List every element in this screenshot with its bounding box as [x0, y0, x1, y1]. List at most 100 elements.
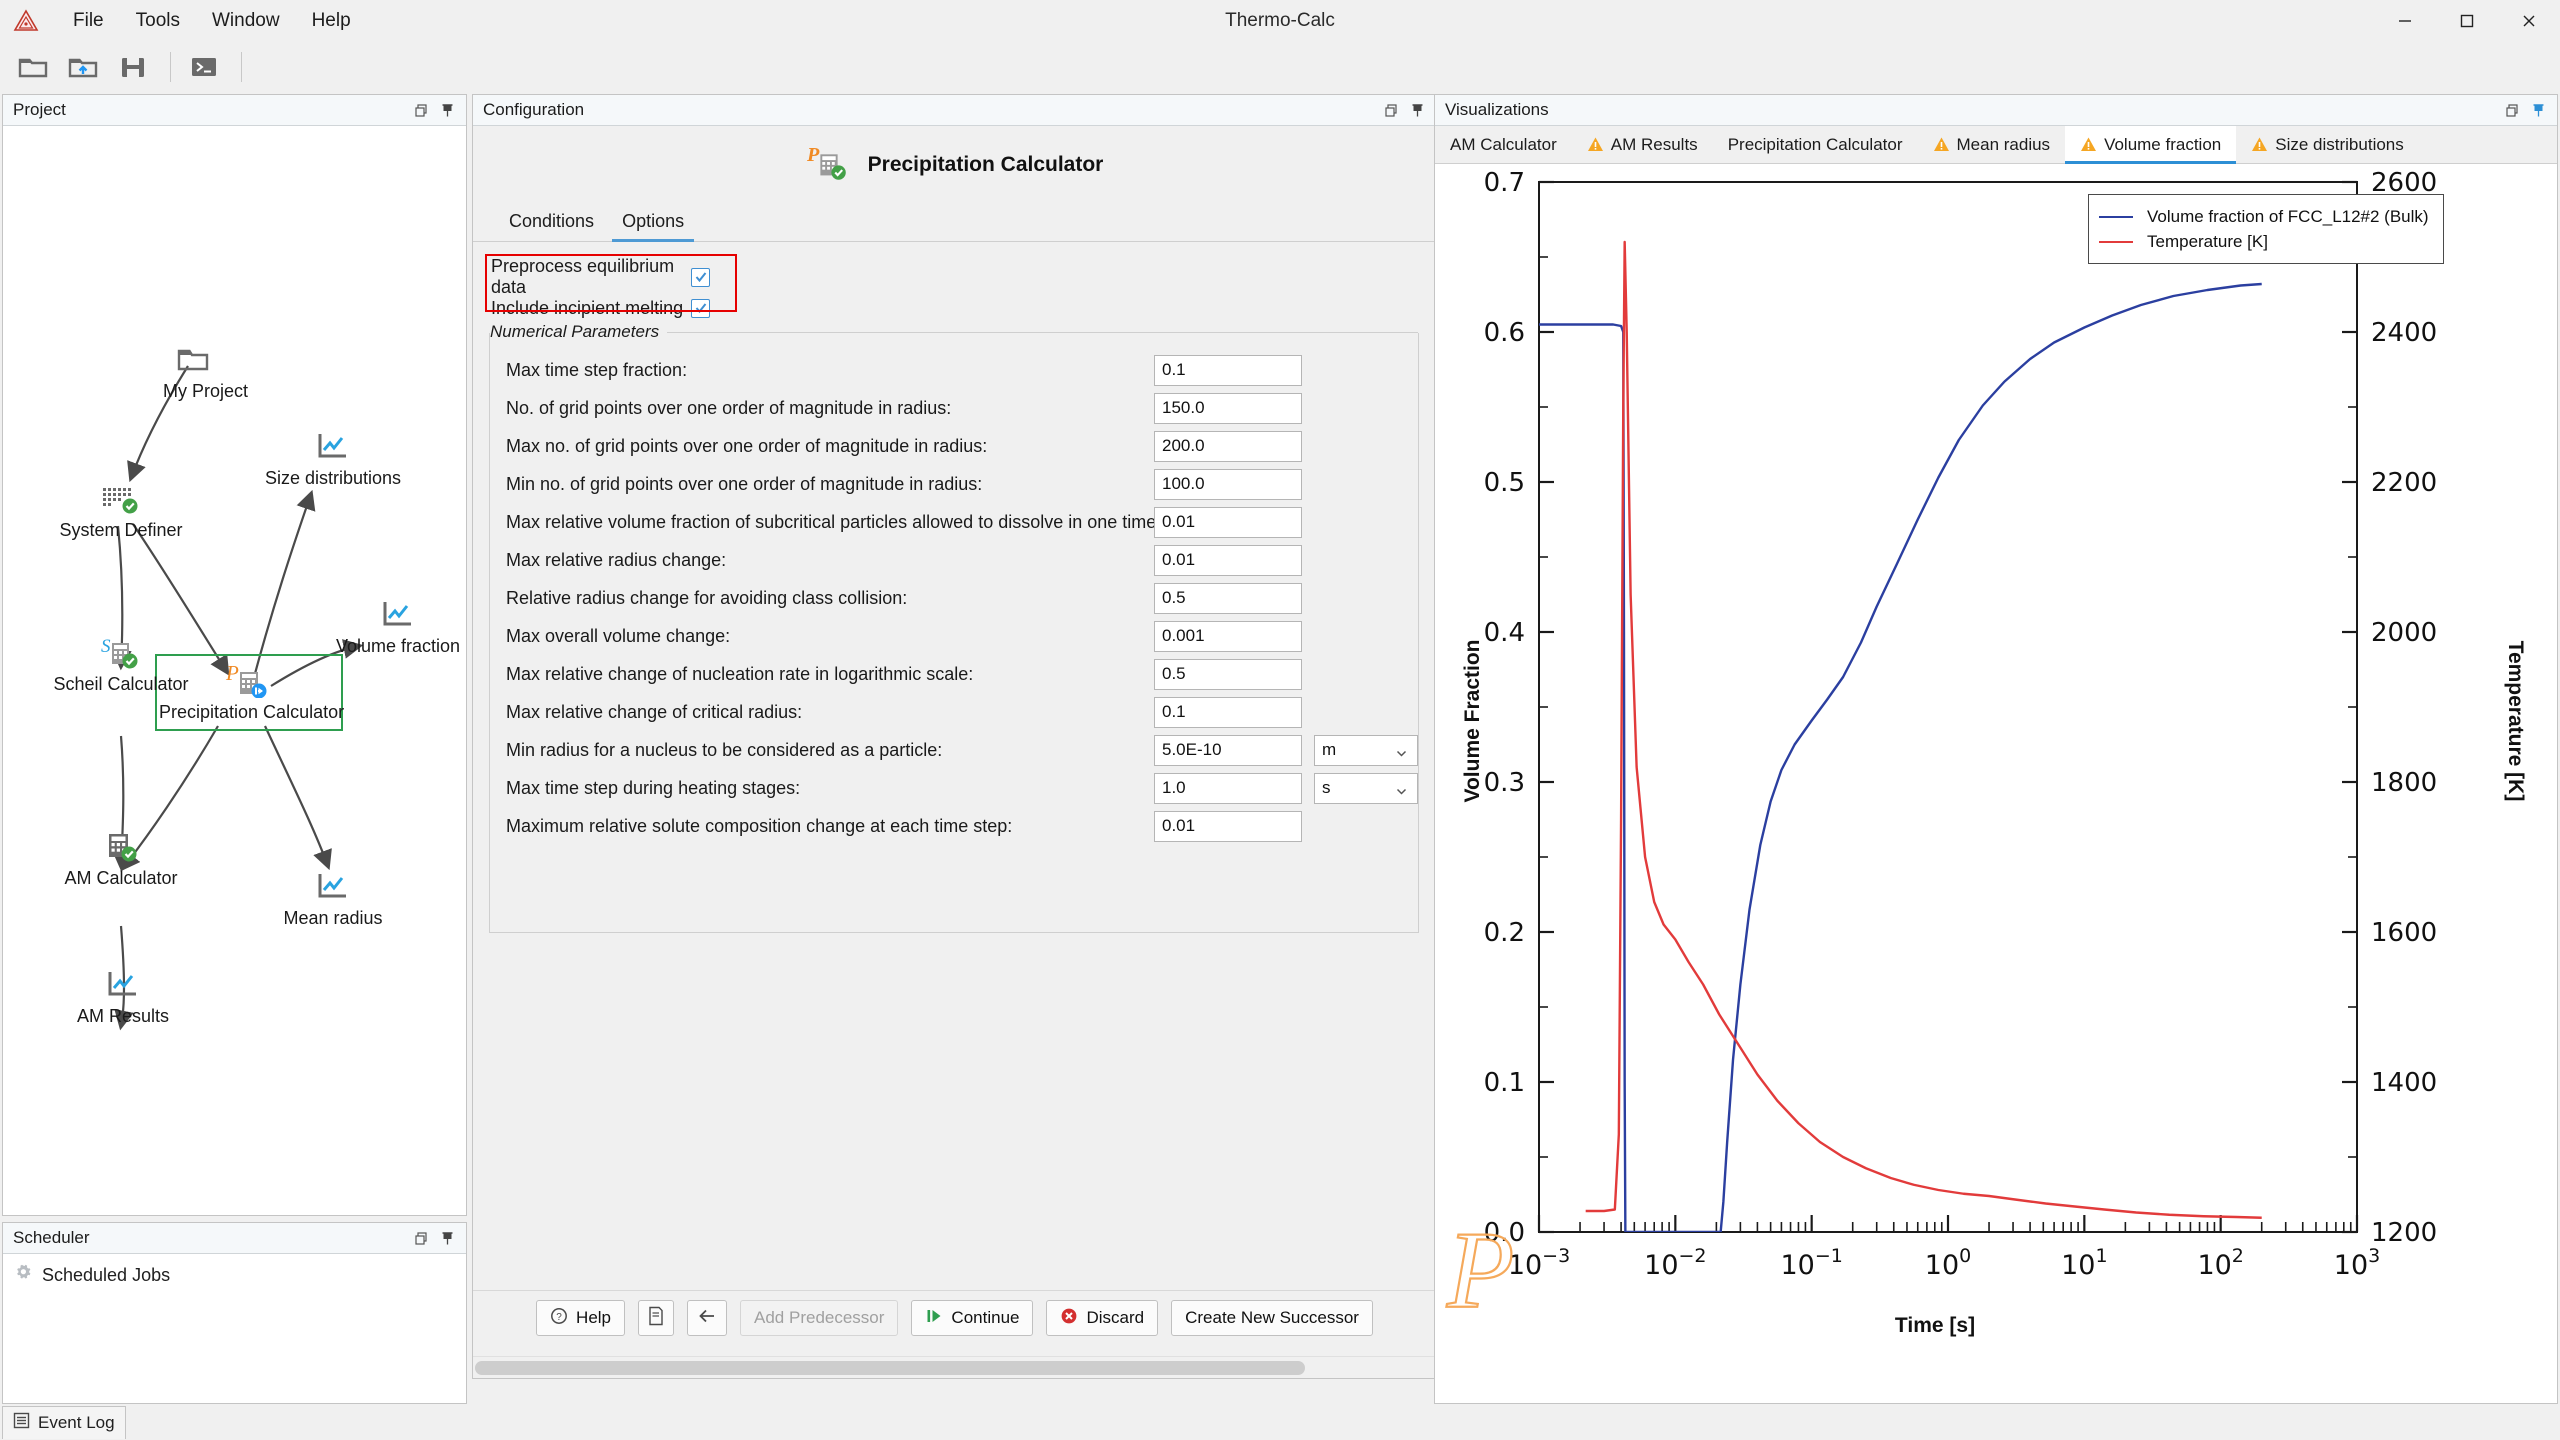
minimize-icon[interactable] [2374, 0, 2436, 41]
scheduler-panel: Scheduler Scheduled Jobs [2, 1222, 467, 1404]
pin-icon[interactable] [1404, 97, 1430, 123]
viz-tab-label: Size distributions [2275, 134, 2404, 154]
include-incipient-melting-checkbox[interactable] [691, 298, 710, 318]
warning-triangle-icon [1587, 136, 1604, 153]
folder-icon[interactable] [10, 46, 56, 88]
discard-x-icon [1060, 1307, 1078, 1330]
help-button[interactable]: ? Help [536, 1300, 626, 1336]
restore-window-icon[interactable] [2499, 97, 2525, 123]
project-node-volume-fraction[interactable]: Volume fraction [323, 594, 466, 657]
option-preprocess-equilibrium-data[interactable]: Preprocess equilibrium data [491, 256, 1436, 297]
menu-item-help[interactable]: Help [296, 7, 367, 34]
viz-tab-am-results[interactable]: AM Results [1572, 126, 1713, 163]
console-terminal-icon[interactable] [181, 46, 227, 88]
param-input-max-rel-change-nucleation-rate[interactable]: 0.5 [1154, 658, 1302, 690]
node-label: Volume fraction [335, 636, 461, 656]
project-node-am-calculator[interactable]: AM Calculator [51, 826, 191, 889]
project-node-size-distributions[interactable]: Size distributions [243, 426, 423, 489]
param-input-min-grid-points[interactable]: 100.0 [1154, 468, 1302, 500]
param-input-max-time-step-fraction[interactable]: 0.1 [1154, 354, 1302, 386]
svg-text:10−3: 10−3 [1508, 1245, 1570, 1281]
param-input-max-rel-change-critical-radius[interactable]: 0.1 [1154, 696, 1302, 728]
menu-item-tools[interactable]: Tools [120, 7, 196, 34]
create-new-successor-button[interactable]: Create New Successor [1171, 1300, 1373, 1336]
discard-label: Discard [1086, 1308, 1145, 1327]
pin-icon[interactable] [434, 97, 460, 123]
param-unit-select-time-step[interactable]: s [1314, 772, 1418, 804]
volume-fraction-chart[interactable]: 10−3 10−2 10−1 100 101 102 103 0.0 0.1 0.2 0.3 0.4 0… [1435, 164, 2557, 1403]
scheduler-body: Scheduled Jobs [3, 1254, 466, 1403]
viz-tab-mean-radius[interactable]: Mean radius [1918, 126, 2066, 163]
chevron-down-icon [1395, 783, 1408, 803]
project-node-precipitation-calculator[interactable]: P Precipitation Calculator [159, 660, 344, 723]
viz-tab-precipitation-calculator[interactable]: Precipitation Calculator [1713, 126, 1918, 163]
menu-item-file[interactable]: File [57, 7, 120, 34]
tab-options[interactable]: Options [608, 211, 698, 242]
node-label: AM Calculator [64, 868, 178, 888]
add-predecessor-button[interactable]: Add Predecessor [740, 1300, 899, 1336]
restore-window-icon[interactable] [1378, 97, 1404, 123]
legend-entry-temperature: Temperature [K] [2099, 229, 2429, 254]
plot-icon [263, 866, 403, 906]
svg-text:0.1: 0.1 [1484, 1068, 1525, 1098]
viz-tab-size-distributions[interactable]: Size distributions [2236, 126, 2419, 163]
close-icon[interactable] [2498, 0, 2560, 41]
project-node-my-project[interactable]: My Project [163, 339, 248, 402]
project-node-am-results[interactable]: AM Results [53, 964, 193, 1027]
svg-text:?: ? [556, 1312, 562, 1323]
param-input-min-radius-nucleus[interactable]: 5.0E-10 [1154, 734, 1302, 766]
continue-button[interactable]: Continue [911, 1300, 1034, 1336]
node-label: AM Results [76, 1006, 170, 1026]
option-label: Preprocess equilibrium data [491, 256, 675, 297]
configuration-panel-header: Configuration [473, 95, 1436, 126]
preprocess-equilibrium-data-checkbox[interactable] [691, 267, 710, 287]
svg-text:0.2: 0.2 [1484, 918, 1525, 948]
legend-color-swatch [2099, 240, 2133, 243]
pin-icon[interactable] [2525, 97, 2551, 123]
project-node-system-definer[interactable]: System Definer [51, 478, 191, 541]
back-button[interactable] [687, 1300, 728, 1336]
precipitation-calculator-icon: P [806, 143, 852, 187]
project-tree-canvas[interactable]: My Project System Definer Size distribut… [3, 126, 466, 1215]
param-row: Max relative volume fraction of subcriti… [490, 503, 1420, 541]
save-floppy-icon[interactable] [110, 46, 156, 88]
configuration-horizontal-scrollbar[interactable] [473, 1356, 1436, 1378]
window-title: Thermo-Calc [1225, 9, 1335, 31]
document-button[interactable] [638, 1300, 675, 1336]
unit-value: m [1322, 740, 1337, 759]
param-input-grid-points[interactable]: 150.0 [1154, 392, 1302, 424]
restore-window-icon[interactable] [408, 1225, 434, 1251]
param-input-rel-radius-change-class-collision[interactable]: 0.5 [1154, 582, 1302, 614]
maximize-icon[interactable] [2436, 0, 2498, 41]
legend-label: Volume fraction of FCC_L12#2 (Bulk) [2147, 206, 2429, 226]
menu-item-window[interactable]: Window [196, 7, 296, 34]
scrollbar-thumb[interactable] [475, 1361, 1305, 1375]
event-log-tab[interactable]: Event Log [2, 1406, 126, 1439]
pin-icon[interactable] [434, 1225, 460, 1251]
param-row: Max overall volume change: 0.001 [490, 617, 1420, 655]
param-input-max-time-step-heating[interactable]: 1.0 [1154, 772, 1302, 804]
viz-tab-am-calculator[interactable]: AM Calculator [1435, 126, 1572, 163]
param-input-max-rel-volume-fraction-subcritical[interactable]: 0.01 [1154, 506, 1302, 538]
scheduled-jobs-row[interactable]: Scheduled Jobs [3, 1254, 466, 1288]
gear-icon [13, 1263, 33, 1288]
svg-text:1600: 1600 [2371, 918, 2437, 948]
configuration-panel: Configuration P Precipitation Calculator… [472, 94, 1437, 1379]
log-list-icon [13, 1412, 30, 1434]
precipitation-calculator-icon: P [159, 660, 339, 700]
window-controls [2374, 0, 2560, 41]
viz-tab-volume-fraction[interactable]: Volume fraction [2065, 126, 2237, 164]
param-input-max-rel-radius-change[interactable]: 0.01 [1154, 544, 1302, 576]
folder-upload-icon[interactable] [60, 46, 106, 88]
discard-button[interactable]: Discard [1046, 1300, 1159, 1336]
param-input-max-overall-volume-change[interactable]: 0.001 [1154, 620, 1302, 652]
tab-conditions[interactable]: Conditions [495, 211, 608, 241]
param-unit-select-min-radius[interactable]: m [1314, 734, 1418, 766]
param-input-max-grid-points[interactable]: 200.0 [1154, 430, 1302, 462]
param-label: No. of grid points over one order of mag… [506, 397, 952, 418]
project-node-mean-radius[interactable]: Mean radius [263, 866, 403, 929]
option-include-incipient-melting[interactable]: Include incipient melting [491, 295, 1436, 321]
restore-window-icon[interactable] [408, 97, 434, 123]
param-input-max-rel-solute-composition-change[interactable]: 0.01 [1154, 810, 1302, 842]
param-label: Max relative radius change: [506, 549, 727, 570]
